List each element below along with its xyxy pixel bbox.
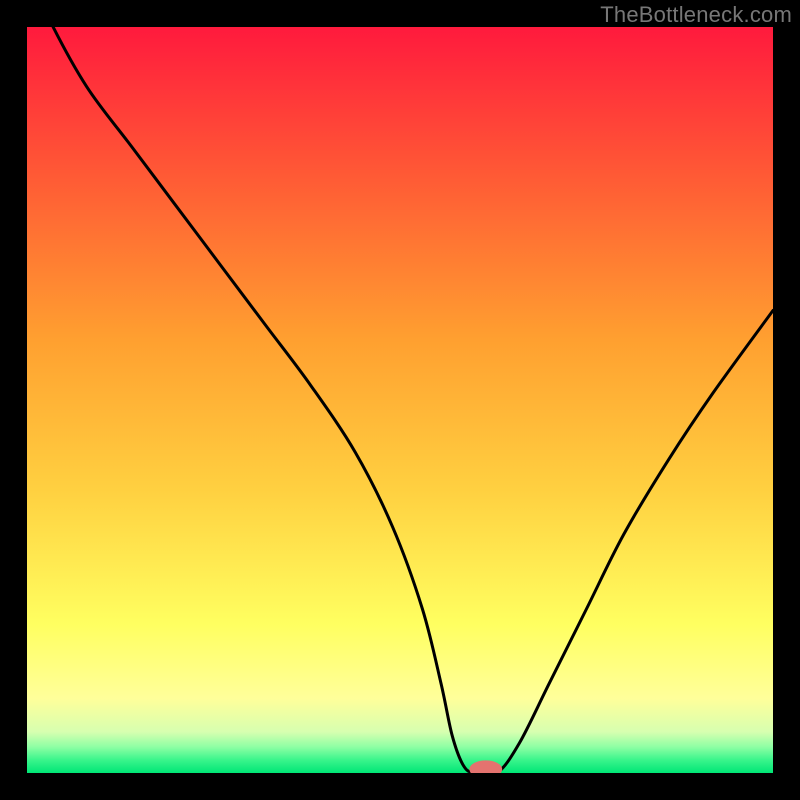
watermark-text: TheBottleneck.com — [600, 2, 792, 28]
bottleneck-chart — [27, 27, 773, 773]
plot-area — [27, 27, 773, 773]
chart-frame: TheBottleneck.com — [0, 0, 800, 800]
gradient-background — [27, 27, 773, 773]
